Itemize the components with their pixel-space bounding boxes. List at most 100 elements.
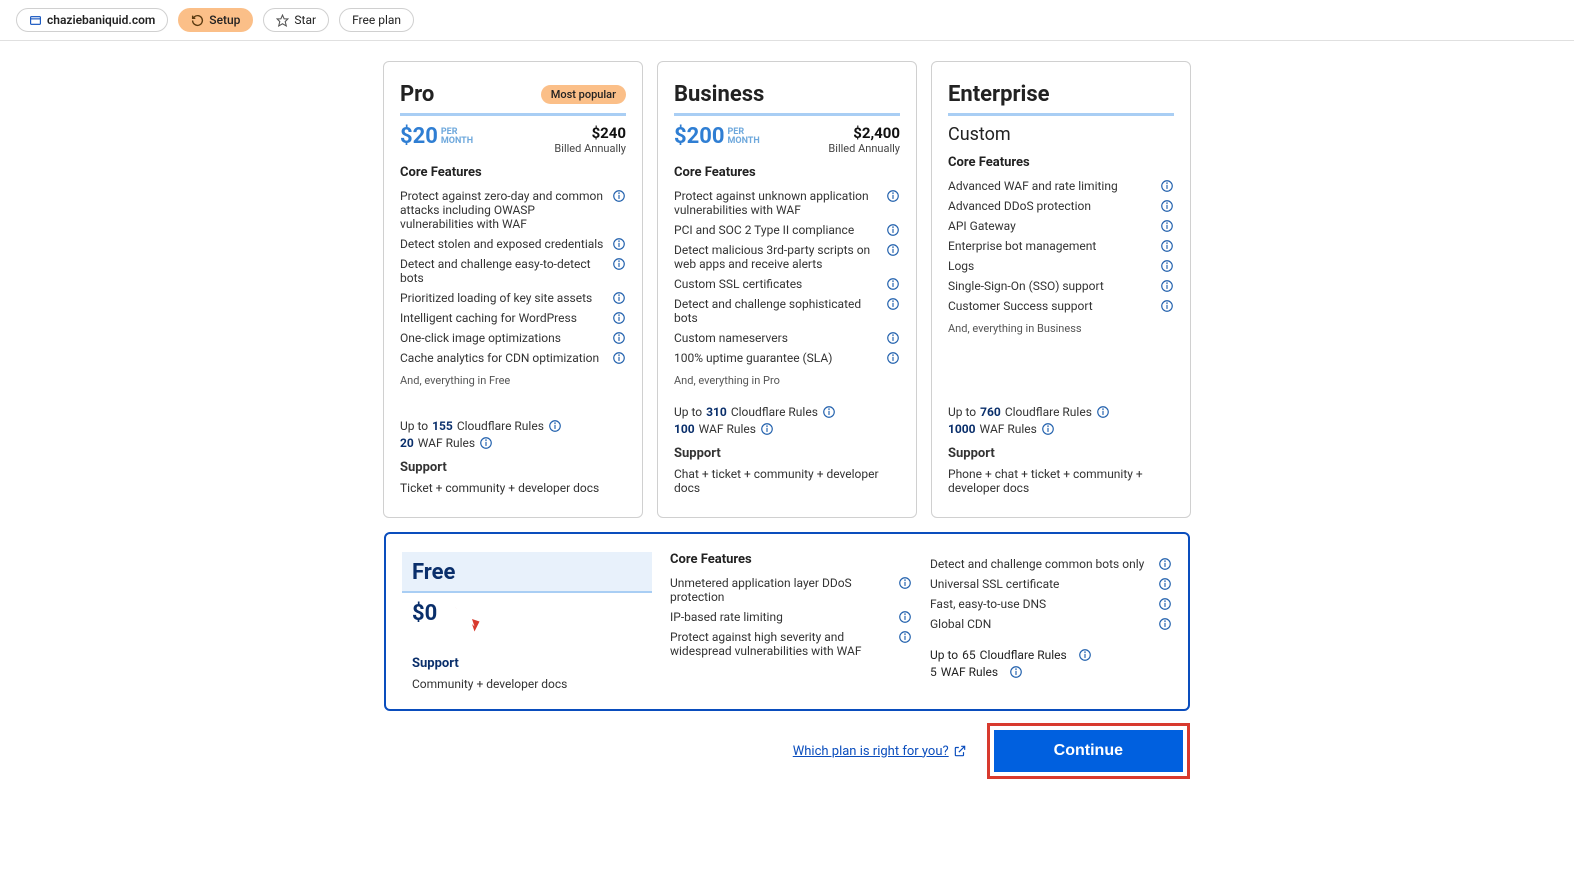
feature-item: 100% uptime guarantee (SLA) <box>674 348 900 368</box>
info-icon[interactable] <box>898 610 912 624</box>
info-icon[interactable] <box>1009 665 1023 679</box>
feature-item: Protect against zero-day and common atta… <box>400 186 626 234</box>
feature-item: Logs <box>948 256 1174 276</box>
feature-text: API Gateway <box>948 219 1016 233</box>
freeplan-pill[interactable]: Free plan <box>339 8 414 32</box>
info-icon[interactable] <box>1160 239 1174 253</box>
domain-pill[interactable]: chaziebaniquid.com <box>16 8 168 32</box>
plan-price: $0 <box>402 593 652 638</box>
feature-item: Fast, easy-to-use DNS <box>930 594 1172 614</box>
plan-card-enterprise[interactable]: Enterprise Custom Core Features Advanced… <box>931 61 1191 518</box>
core-features-title: Core Features <box>674 165 900 180</box>
info-icon[interactable] <box>1078 648 1092 662</box>
plan-card-pro[interactable]: Pro Most popular $20PER MONTH $240 Bille… <box>383 61 643 518</box>
plan-title: Free <box>412 560 642 585</box>
feature-list: Unmetered application layer DDoS protect… <box>670 573 912 661</box>
info-icon[interactable] <box>898 630 912 644</box>
feature-list: Advanced WAF and rate limitingAdvanced D… <box>948 176 1174 316</box>
plan-price: $200PER MONTH <box>674 124 760 149</box>
plan-title: Pro <box>400 82 434 107</box>
feature-list: Detect and challenge common bots onlyUni… <box>930 554 1172 634</box>
info-icon[interactable] <box>612 311 626 325</box>
arrow-annotation-icon <box>452 597 482 634</box>
info-icon[interactable] <box>886 331 900 345</box>
feature-text: Protect against unknown application vuln… <box>674 189 880 217</box>
freeplan-label: Free plan <box>352 13 401 27</box>
info-icon[interactable] <box>760 422 774 436</box>
actions-row: Which plan is right for you? Continue <box>384 723 1190 779</box>
feature-item: Enterprise bot management <box>948 236 1174 256</box>
info-icon[interactable] <box>1158 577 1172 591</box>
feature-item: API Gateway <box>948 216 1174 236</box>
info-icon[interactable] <box>1096 405 1110 419</box>
external-link-icon <box>953 744 967 758</box>
feature-text: 100% uptime guarantee (SLA) <box>674 351 832 365</box>
page-header: chaziebaniquid.com Setup Star Free plan <box>0 0 1574 41</box>
info-icon[interactable] <box>1160 199 1174 213</box>
info-icon[interactable] <box>612 331 626 345</box>
info-icon[interactable] <box>612 257 626 271</box>
continue-button[interactable]: Continue <box>994 730 1183 772</box>
feature-text: Universal SSL certificate <box>930 577 1059 591</box>
info-icon[interactable] <box>1160 299 1174 313</box>
info-icon[interactable] <box>1160 259 1174 273</box>
support-title: Support <box>674 446 900 461</box>
support-title: Support <box>400 460 626 475</box>
feature-text: Protect against high severity and widesp… <box>670 630 892 658</box>
info-icon[interactable] <box>1041 422 1055 436</box>
info-icon[interactable] <box>1158 557 1172 571</box>
feature-item: Custom nameservers <box>674 328 900 348</box>
feature-item: Detect and challenge sophisticated bots <box>674 294 900 328</box>
which-plan-link[interactable]: Which plan is right for you? <box>793 744 967 759</box>
info-icon[interactable] <box>822 405 836 419</box>
info-icon[interactable] <box>886 351 900 365</box>
feature-text: Custom nameservers <box>674 331 788 345</box>
core-features-title: Core Features <box>400 165 626 180</box>
website-icon <box>29 14 42 27</box>
feature-item: Detect and challenge easy-to-detect bots <box>400 254 626 288</box>
feature-text: Intelligent caching for WordPress <box>400 311 577 325</box>
info-icon[interactable] <box>612 237 626 251</box>
feature-item: Intelligent caching for WordPress <box>400 308 626 328</box>
info-icon[interactable] <box>612 291 626 305</box>
info-icon[interactable] <box>612 351 626 365</box>
feature-text: Advanced DDoS protection <box>948 199 1091 213</box>
info-icon[interactable] <box>1158 597 1172 611</box>
info-icon[interactable] <box>1160 219 1174 233</box>
feature-item: Advanced DDoS protection <box>948 196 1174 216</box>
setup-pill[interactable]: Setup <box>178 8 253 32</box>
refresh-icon <box>191 14 204 27</box>
info-icon[interactable] <box>1158 617 1172 631</box>
feature-text: Global CDN <box>930 617 991 631</box>
info-icon[interactable] <box>886 189 900 203</box>
plan-cards-row: Pro Most popular $20PER MONTH $240 Bille… <box>383 61 1191 518</box>
feature-text: One-click image optimizations <box>400 331 561 345</box>
info-icon[interactable] <box>886 297 900 311</box>
feature-item: Cache analytics for CDN optimization <box>400 348 626 368</box>
info-icon[interactable] <box>886 243 900 257</box>
info-icon[interactable] <box>1160 179 1174 193</box>
support-title: Support <box>412 656 642 671</box>
star-pill[interactable]: Star <box>263 8 329 32</box>
info-icon[interactable] <box>898 576 912 590</box>
support-text: Phone + chat + ticket + community + deve… <box>948 467 1174 495</box>
feature-text: Unmetered application layer DDoS protect… <box>670 576 892 604</box>
support-title: Support <box>948 446 1174 461</box>
info-icon[interactable] <box>886 277 900 291</box>
support-text: Community + developer docs <box>412 677 642 691</box>
plan-card-business[interactable]: Business $200PER MONTH $2,400 Billed Ann… <box>657 61 917 518</box>
feature-text: Logs <box>948 259 974 273</box>
info-icon[interactable] <box>612 189 626 203</box>
support-text: Chat + ticket + community + developer do… <box>674 467 900 495</box>
feature-item: IP-based rate limiting <box>670 607 912 627</box>
info-icon[interactable] <box>479 436 493 450</box>
info-icon[interactable] <box>548 419 562 433</box>
feature-item: Prioritized loading of key site assets <box>400 288 626 308</box>
feature-text: Detect and challenge easy-to-detect bots <box>400 257 606 285</box>
feature-text: PCI and SOC 2 Type II compliance <box>674 223 854 237</box>
everything-note: And, everything in Business <box>948 322 1174 335</box>
plan-card-free[interactable]: Free $0 Support Community + developer do… <box>384 532 1190 711</box>
info-icon[interactable] <box>886 223 900 237</box>
info-icon[interactable] <box>1160 279 1174 293</box>
feature-list: Protect against unknown application vuln… <box>674 186 900 368</box>
